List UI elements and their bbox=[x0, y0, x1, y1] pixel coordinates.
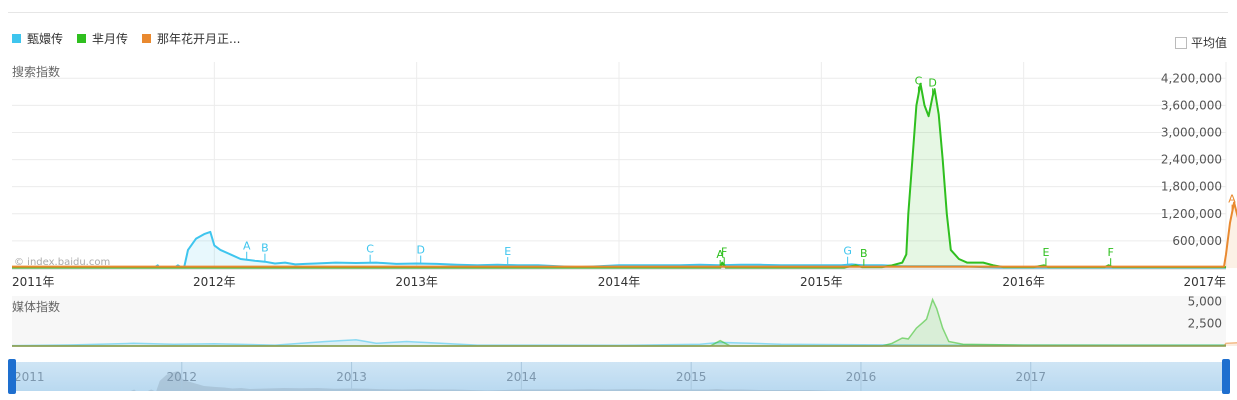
x-tick-label: 2015年 bbox=[800, 275, 843, 289]
navigator-year-label: 2015 bbox=[676, 370, 707, 384]
x-tick-label: 2014年 bbox=[598, 275, 641, 289]
media-index-chart: 2,500 5,000 bbox=[11, 294, 1237, 347]
y-tick-label: 1,200,000 bbox=[1161, 207, 1222, 221]
navigator-year-label: 2012 bbox=[167, 370, 198, 384]
navigator-year-label: 2011 bbox=[14, 370, 45, 384]
x-tick-label: 2011年 bbox=[12, 275, 55, 289]
x-tick-label: 2016年 bbox=[1002, 275, 1045, 289]
annotation-label: F bbox=[721, 245, 727, 258]
annotation-label: D bbox=[928, 76, 936, 89]
navigator-left-handle[interactable] bbox=[8, 359, 16, 394]
navigator-year-label: 2014 bbox=[506, 370, 537, 384]
annotation-label: E bbox=[504, 245, 511, 258]
y-tick-label: 1,800,000 bbox=[1161, 180, 1222, 194]
media-index-title: 媒体指数 bbox=[12, 299, 60, 314]
search-index-title: 搜索指数 bbox=[12, 64, 60, 79]
annotation-label: C bbox=[366, 243, 374, 256]
x-tick-label: 2017年 bbox=[1183, 275, 1226, 289]
annotation-label: F bbox=[1108, 246, 1114, 259]
media-plot-area bbox=[12, 296, 1226, 346]
y-tick-label: 2,400,000 bbox=[1161, 153, 1222, 167]
annotation-label: A bbox=[243, 240, 251, 253]
annotation-label: G bbox=[843, 245, 852, 258]
watermark: © index.baidu.com bbox=[14, 257, 110, 268]
annotation-label: A bbox=[1228, 193, 1236, 206]
annotation-label: C bbox=[915, 75, 923, 88]
navigator-year-label: 2016 bbox=[846, 370, 877, 384]
y-tick-label: 4,200,000 bbox=[1161, 71, 1222, 85]
navigator-right-handle[interactable] bbox=[1222, 359, 1230, 394]
y-tick-label: 3,000,000 bbox=[1161, 125, 1222, 139]
annotation-label: D bbox=[416, 244, 424, 257]
chart-canvas: 600,000 1,200,000 1,800,000 2,400,000 3,000,… bbox=[8, 62, 1237, 394]
x-tick-label: 2012年 bbox=[193, 275, 236, 289]
navigator-year-label: 2017 bbox=[1015, 370, 1046, 384]
media-y-tick-label: 2,500 bbox=[1188, 317, 1222, 331]
navigator-year-label: 2013 bbox=[336, 370, 367, 384]
x-tick-label: 2013年 bbox=[395, 275, 438, 289]
media-y-tick-label: 5,000 bbox=[1188, 294, 1222, 308]
range-navigator[interactable]: 2011 2012 2013 2014 2015 2016 2017 bbox=[8, 359, 1230, 394]
y-tick-label: 600,000 bbox=[1172, 234, 1222, 248]
search-index-chart: 600,000 1,200,000 1,800,000 2,400,000 3,000,… bbox=[12, 62, 1237, 289]
y-tick-label: 3,600,000 bbox=[1161, 98, 1222, 112]
annotation-label: B bbox=[261, 242, 269, 255]
annotation-label: B bbox=[860, 247, 868, 260]
annotation-label: E bbox=[1042, 246, 1049, 259]
